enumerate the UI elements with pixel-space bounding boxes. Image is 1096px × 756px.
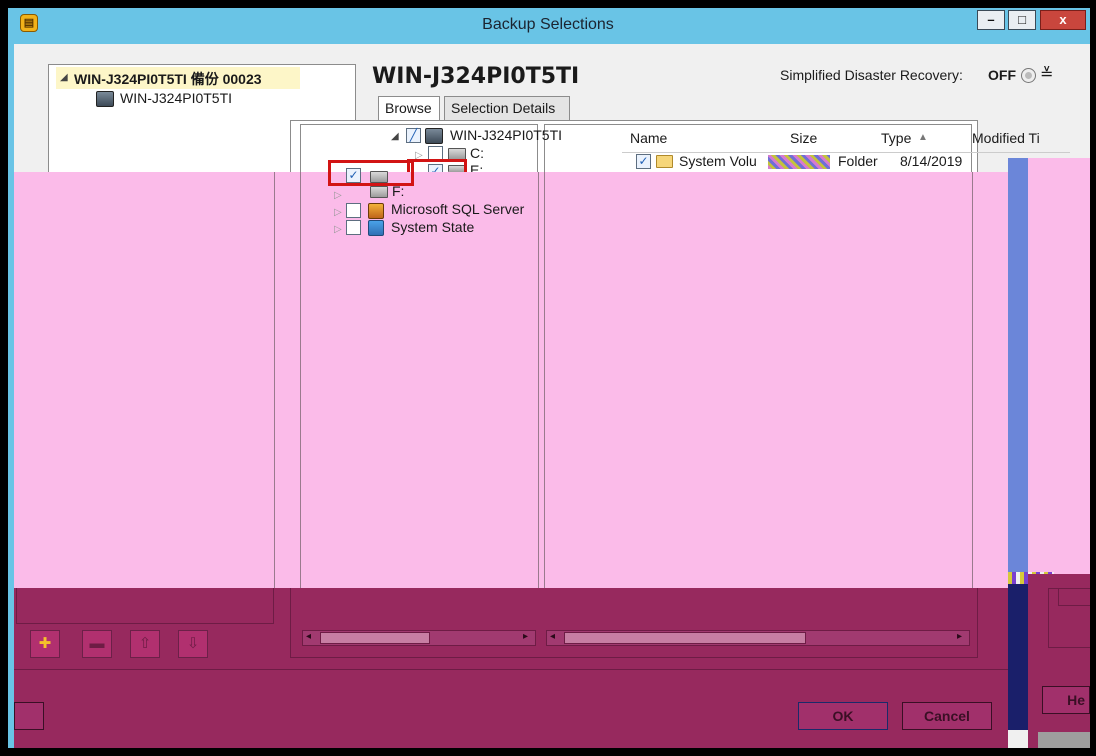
sdr-toggle-icon[interactable]	[1021, 68, 1036, 83]
move-up-button[interactable]: ⇧	[130, 630, 160, 658]
column-type[interactable]: Type	[881, 130, 911, 146]
scroll-left-icon[interactable]: ◂	[306, 631, 311, 642]
right-frame-inner	[1058, 588, 1090, 606]
left-pane-bottom	[16, 588, 274, 624]
sql-server-icon	[368, 203, 384, 219]
row-name[interactable]: System Volu	[679, 153, 769, 169]
pane-border	[274, 172, 275, 624]
scroll-right-icon[interactable]: ▸	[523, 631, 528, 642]
server-checkbox[interactable]: ╱	[406, 128, 421, 143]
minimize-button[interactable]: –	[977, 10, 1005, 30]
overlay-strip-dark	[1008, 584, 1028, 730]
remove-selection-button[interactable]: ▬	[82, 630, 112, 658]
help-button[interactable]: He	[1042, 686, 1090, 714]
sdr-value: OFF	[988, 67, 1016, 83]
server-icon	[96, 91, 114, 107]
add-selection-button[interactable]: ✚	[30, 630, 60, 658]
column-modified[interactable]: Modified Ti	[972, 130, 1058, 146]
pane-border	[300, 172, 301, 650]
status-region	[1038, 732, 1090, 748]
system-state-icon	[368, 220, 384, 236]
left-footer-button[interactable]	[14, 702, 44, 730]
expand-arrow-icon[interactable]: ▷	[334, 207, 342, 218]
tree-item-sql[interactable]: Microsoft SQL Server	[391, 201, 524, 217]
footer-divider	[14, 669, 1008, 670]
tree-item-e[interactable]: E:	[470, 162, 483, 172]
drive-icon	[370, 171, 388, 183]
window-title: Backup Selections	[482, 16, 614, 33]
scroll-left-icon[interactable]: ◂	[550, 631, 555, 642]
expand-arrow-icon[interactable]: ▷	[334, 190, 342, 201]
row-modified: 8/14/2019	[900, 153, 963, 169]
column-size[interactable]: Size	[790, 130, 817, 146]
pane-border	[972, 172, 973, 650]
server-title: WIN-J324PI0T5TI	[372, 64, 580, 89]
tree-item-c[interactable]: C:	[470, 145, 484, 161]
tree-item-f[interactable]: F:	[392, 183, 404, 199]
pane-border	[538, 172, 539, 650]
selection-child-label[interactable]: WIN-J324PI0T5TI	[120, 90, 232, 106]
move-down-button[interactable]: ⇩	[178, 630, 208, 658]
ok-button[interactable]: OK	[798, 702, 888, 730]
expand-arrow-icon[interactable]: ▷	[334, 224, 342, 235]
corrupted-region	[768, 155, 830, 169]
drive-icon	[370, 186, 388, 198]
tree-item-system-state[interactable]: System State	[391, 219, 474, 235]
cancel-button[interactable]: Cancel	[902, 702, 992, 730]
maximize-button[interactable]: □	[1008, 10, 1036, 30]
server-icon	[425, 128, 443, 144]
pane-border	[544, 172, 545, 650]
folder-icon	[656, 155, 673, 168]
row-checkbox[interactable]: ✓	[636, 154, 651, 169]
drive-e-checkbox[interactable]: ✓	[346, 168, 361, 183]
tab-selection-details[interactable]: Selection Details	[444, 96, 570, 120]
system-state-checkbox[interactable]	[346, 220, 361, 235]
tree-scroll-thumb[interactable]	[320, 632, 430, 644]
overlay-region-right	[1028, 158, 1090, 574]
collapse-arrow-icon[interactable]: ◢	[391, 131, 399, 142]
sql-checkbox[interactable]	[346, 203, 361, 218]
sort-ascending-icon: ▲	[918, 132, 928, 143]
collapse-arrow-icon[interactable]: ◢	[60, 72, 68, 83]
scroll-right-icon[interactable]: ▸	[957, 631, 962, 642]
overlay-region	[14, 172, 1008, 588]
tab-browse[interactable]: Browse	[378, 96, 440, 122]
sdr-label: Simplified Disaster Recovery:	[780, 67, 963, 83]
list-scroll-thumb[interactable]	[564, 632, 806, 644]
tabpanel-bottom	[290, 588, 978, 658]
tree-server-label[interactable]: WIN-J324PI0T5TI	[450, 127, 562, 143]
column-name[interactable]: Name	[630, 130, 667, 146]
close-button[interactable]: x	[1040, 10, 1086, 30]
selection-root-label[interactable]: WIN-J324PI0T5TI 備份 00023	[74, 69, 262, 89]
chevron-down-icon[interactable]: ≚	[1040, 64, 1053, 84]
row-type: Folder	[838, 153, 878, 169]
